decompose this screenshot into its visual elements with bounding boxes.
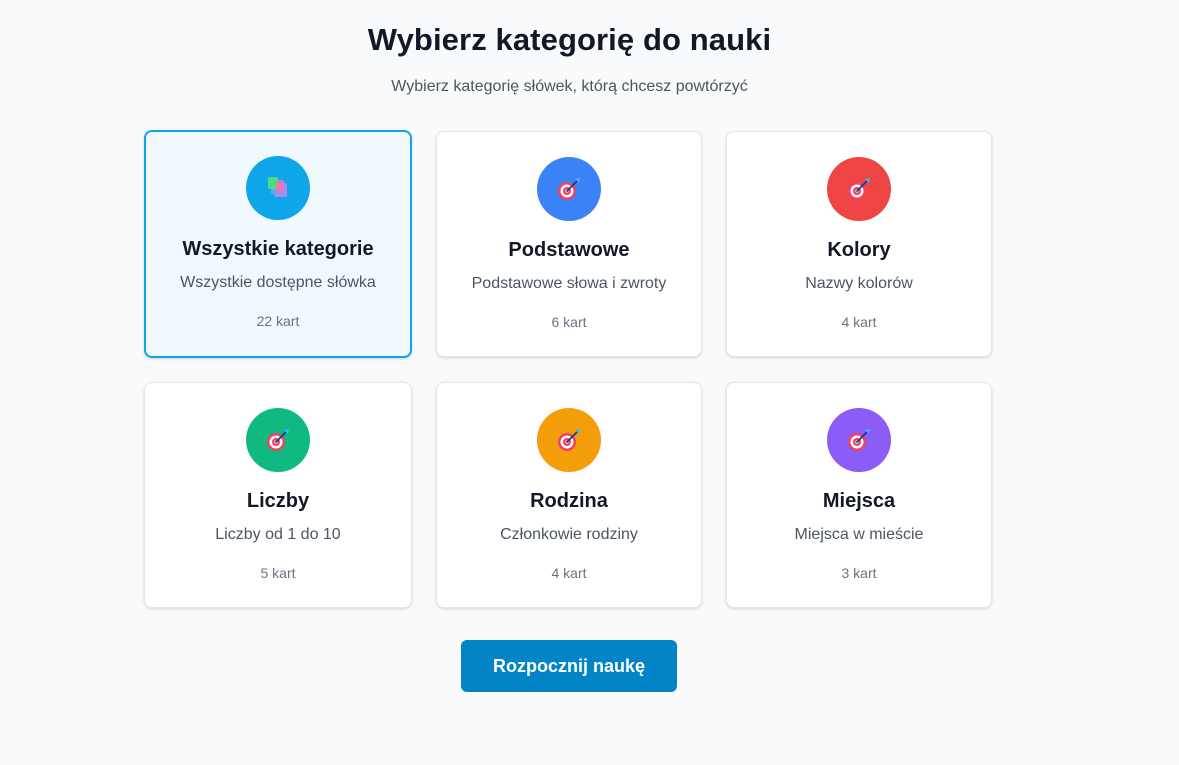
target-icon bbox=[848, 429, 870, 451]
category-icon-circle bbox=[827, 157, 891, 221]
category-name: Podstawowe bbox=[508, 239, 630, 261]
category-card-count: 6 kart bbox=[551, 314, 587, 330]
target-icon bbox=[267, 429, 289, 451]
target-icon bbox=[558, 429, 580, 451]
category-card-count: 5 kart bbox=[260, 565, 296, 581]
category-card-liczby[interactable]: Liczby Liczby od 1 do 10 5 kart bbox=[144, 382, 412, 608]
category-card-count: 22 kart bbox=[256, 313, 300, 329]
page-subtitle: Wybierz kategorię słówek, którą chcesz p… bbox=[391, 78, 748, 95]
category-card-miejsca[interactable]: Miejsca Miejsca w mieście 3 kart bbox=[726, 382, 992, 608]
category-card-count: 4 kart bbox=[841, 314, 877, 330]
category-grid: Wszystkie kategorie Wszystkie dostępne s… bbox=[144, 130, 994, 608]
category-selection-page: Wybierz kategorię do nauki Wybierz kateg… bbox=[0, 0, 1179, 765]
start-learning-button[interactable]: Rozpocznij naukę bbox=[461, 640, 677, 692]
category-icon-circle bbox=[537, 157, 601, 221]
category-icon-circle bbox=[246, 156, 310, 220]
category-name: Wszystkie kategorie bbox=[182, 238, 374, 260]
category-name: Miejsca bbox=[822, 490, 896, 512]
category-icon-circle bbox=[827, 408, 891, 472]
category-name: Rodzina bbox=[530, 490, 608, 512]
target-icon bbox=[558, 178, 580, 200]
category-name: Liczby bbox=[246, 490, 310, 512]
category-description: Członkowie rodziny bbox=[500, 526, 638, 543]
category-card-count: 3 kart bbox=[841, 565, 877, 581]
category-card-all[interactable]: Wszystkie kategorie Wszystkie dostępne s… bbox=[144, 130, 412, 358]
category-description: Podstawowe słowa i zwroty bbox=[471, 275, 667, 292]
category-icon-circle bbox=[537, 408, 601, 472]
category-card-rodzina[interactable]: Rodzina Członkowie rodziny 4 kart bbox=[436, 382, 702, 608]
page-title: Wybierz kategorię do nauki bbox=[367, 22, 772, 57]
target-icon bbox=[848, 178, 870, 200]
category-card-kolory[interactable]: Kolory Nazwy kolorów 4 kart bbox=[726, 131, 992, 357]
category-description: Liczby od 1 do 10 bbox=[215, 526, 341, 543]
category-card-count: 4 kart bbox=[551, 565, 587, 581]
category-icon-circle bbox=[246, 408, 310, 472]
category-card-podstawowe[interactable]: Podstawowe Podstawowe słowa i zwroty 6 k… bbox=[436, 131, 702, 357]
category-name: Kolory bbox=[827, 239, 891, 261]
category-description: Nazwy kolorów bbox=[805, 275, 913, 292]
category-description: Wszystkie dostępne słówka bbox=[180, 274, 376, 291]
stacked-cards-icon bbox=[268, 177, 287, 197]
category-description: Miejsca w mieście bbox=[794, 526, 924, 543]
